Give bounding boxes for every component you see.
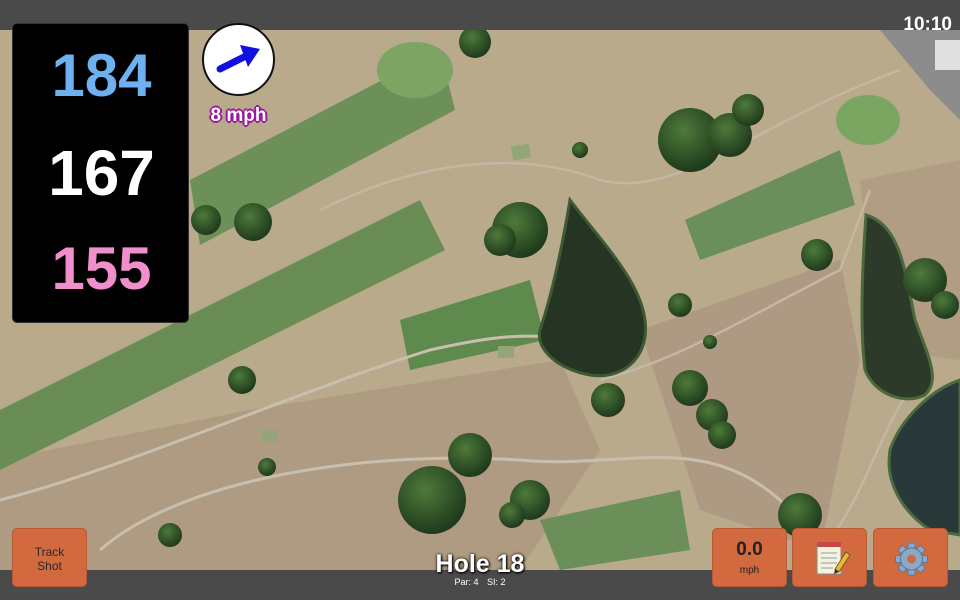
front-of-green-yardage: 155 (51, 235, 152, 302)
hole-meta: Par: 4 SI: 2 (380, 577, 580, 587)
wind-direction-arrow-icon (216, 45, 260, 73)
hole-title: Hole 18 (435, 550, 525, 578)
track-shot-button[interactable]: Track Shot (12, 528, 87, 587)
notes-button[interactable] (792, 528, 867, 587)
hole-par: Par: 4 (454, 577, 479, 587)
gear-icon (895, 542, 928, 576)
settings-button[interactable] (873, 528, 948, 587)
hole-stroke-index: SI: 2 (487, 577, 506, 587)
speed-unit: mph (739, 565, 760, 576)
yardage-panel: 184 167 155 (12, 23, 189, 323)
speed-value: 0.0 (736, 539, 763, 560)
wind-speed-label: 8 mph (210, 105, 267, 126)
back-of-green-yardage: 184 (51, 42, 152, 109)
track-shot-label-line2: Shot (37, 559, 62, 573)
speed-button[interactable]: 0.0 mph (712, 528, 787, 587)
wind-indicator (202, 23, 275, 96)
track-shot-label-line1: Track (34, 545, 65, 559)
middle-of-green-yardage: 167 (48, 137, 155, 209)
notepad-icon (816, 542, 851, 575)
